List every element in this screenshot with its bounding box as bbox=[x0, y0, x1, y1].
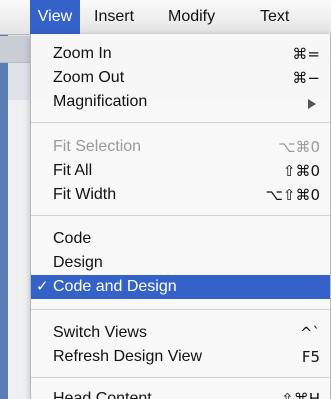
menubar-insert[interactable]: Insert bbox=[86, 0, 142, 34]
menubar-modify[interactable]: Modify bbox=[160, 0, 223, 34]
menu-item-label: Code and Design bbox=[53, 278, 177, 295]
menu-item-label: Code bbox=[53, 230, 92, 247]
menu-item-label: Fit Width bbox=[53, 186, 117, 203]
menu-item-label: Fit Selection bbox=[53, 138, 142, 155]
menu-item-shortcut: ⇧⌘H bbox=[281, 390, 320, 399]
menu-item-label: Fit All bbox=[53, 162, 93, 179]
menu-separator bbox=[31, 215, 330, 216]
menu-separator bbox=[31, 309, 330, 310]
menu-item-head-content[interactable]: Head Content ⇧⌘H bbox=[31, 387, 330, 399]
menu-item-design[interactable]: Design bbox=[31, 251, 330, 275]
menu-item-fit-all[interactable]: Fit All ⇧⌘0 bbox=[31, 159, 330, 183]
menubar-left-area bbox=[0, 0, 30, 35]
menu-item-shortcut: F5 bbox=[301, 348, 320, 366]
menu-item-label: Refresh Design View bbox=[53, 348, 203, 365]
menu-item-shortcut: ⌘= bbox=[292, 45, 320, 63]
menu-item-shortcut: ⌥⇧⌘0 bbox=[265, 186, 320, 204]
menu-item-label: Zoom Out bbox=[53, 69, 125, 86]
menu-item-zoom-out[interactable]: Zoom Out ⌘− bbox=[31, 66, 330, 90]
menu-bar: View Insert Modify Text bbox=[30, 0, 331, 35]
menu-item-label: Magnification bbox=[53, 93, 148, 110]
view-menu-dropdown: Zoom In ⌘= Zoom Out ⌘− Magnification Fit… bbox=[30, 34, 331, 399]
menu-item-fit-selection[interactable]: Fit Selection ⌥⌘0 bbox=[31, 135, 330, 159]
menu-item-shortcut: ^` bbox=[299, 324, 320, 342]
checkmark-icon: ✓ bbox=[36, 278, 49, 295]
menubar-view[interactable]: View bbox=[30, 0, 80, 34]
menu-item-magnification[interactable]: Magnification bbox=[31, 90, 330, 114]
menu-item-shortcut: ⌥⌘0 bbox=[278, 138, 320, 156]
menu-item-label: Design bbox=[53, 254, 103, 271]
menu-item-code[interactable]: Code bbox=[31, 227, 330, 251]
menu-item-refresh-design-view[interactable]: Refresh Design View F5 bbox=[31, 345, 330, 369]
menu-item-switch-views[interactable]: Switch Views ^` bbox=[31, 321, 330, 345]
menu-item-code-and-design[interactable]: ✓ Code and Design bbox=[31, 275, 330, 299]
menubar-text[interactable]: Text bbox=[252, 0, 297, 34]
menu-item-label: Head Content bbox=[53, 390, 152, 399]
submenu-arrow-icon bbox=[308, 99, 316, 109]
menu-separator bbox=[31, 122, 330, 123]
menu-item-label: Switch Views bbox=[53, 324, 147, 341]
menu-item-fit-width[interactable]: Fit Width ⌥⇧⌘0 bbox=[31, 183, 330, 207]
menu-item-label: Zoom In bbox=[53, 45, 112, 62]
menu-item-shortcut: ⇧⌘0 bbox=[282, 162, 320, 180]
menu-separator bbox=[31, 377, 330, 378]
menu-item-shortcut: ⌘− bbox=[292, 69, 320, 87]
menu-item-zoom-in[interactable]: Zoom In ⌘= bbox=[31, 42, 330, 66]
